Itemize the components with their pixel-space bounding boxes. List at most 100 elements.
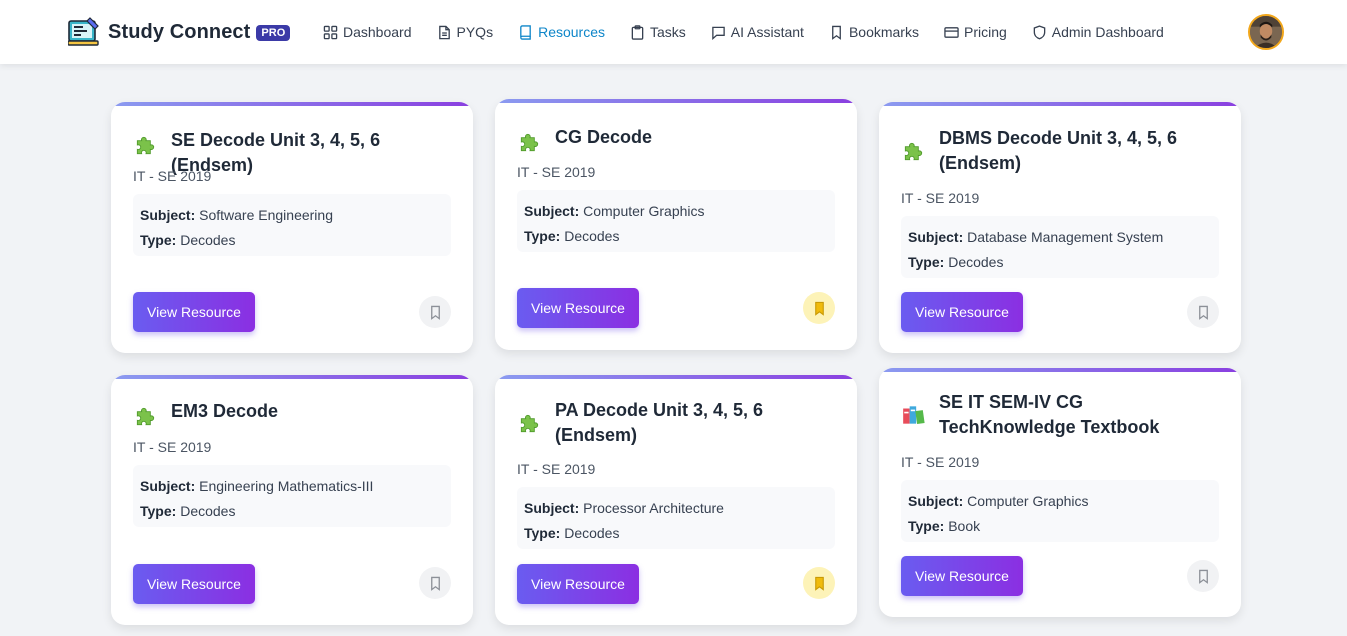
bookmark-outline-icon (430, 305, 440, 320)
subject-row: Subject: Engineering Mathematics-III (140, 474, 444, 499)
view-resource-button[interactable]: View Resource (517, 564, 639, 604)
card-title: EM3 Decode (171, 401, 279, 421)
brand-name: Study Connect (108, 20, 251, 43)
type-value: Decodes (180, 503, 236, 519)
resource-card: SE IT SEM-IV CG TechKnowledge Textbook I… (879, 368, 1241, 617)
nav-admin-dashboard-label: Admin Dashboard (1051, 24, 1164, 40)
nav-dashboard-label: Dashboard (343, 24, 412, 40)
brand-logo-icon (68, 17, 99, 46)
card-title: DBMS Decode Unit 3, 4, 5, 6 (Endsem) (939, 128, 1178, 173)
subject-label: Subject: (140, 478, 196, 494)
card-title: SE IT SEM-IV CG TechKnowledge Textbook (939, 392, 1160, 437)
bookmark-button[interactable] (1187, 560, 1219, 592)
card-title-row: SE IT SEM-IV CG TechKnowledge Textbook (901, 390, 1223, 440)
subject-row: Subject: Processor Architecture (524, 496, 828, 521)
card-info-box: Subject: Computer Graphics Type: Decodes (517, 190, 835, 252)
card-info-box: Subject: Processor Architecture Type: De… (517, 487, 835, 549)
bookmark-button[interactable] (803, 292, 835, 324)
bookmark-outline-icon (1198, 305, 1208, 320)
nav-resources[interactable]: Resources (518, 24, 605, 40)
card-title-row: DBMS Decode Unit 3, 4, 5, 6 (Endsem) (901, 126, 1223, 176)
bookmark-filled-icon (814, 576, 824, 591)
type-row: Type: Decodes (140, 499, 444, 524)
type-label: Type: (524, 228, 561, 244)
nav-dashboard[interactable]: Dashboard (323, 24, 412, 40)
card-title: CG Decode (555, 127, 653, 147)
bookmark-outline-icon (430, 576, 440, 591)
view-resource-button[interactable]: View Resource (133, 564, 255, 604)
bookmark-outline-icon (1198, 569, 1208, 584)
bookmark-button[interactable] (803, 567, 835, 599)
card-title-row: PA Decode Unit 3, 4, 5, 6 (Endsem) (517, 398, 839, 448)
type-label: Type: (140, 232, 177, 248)
puzzle-icon (520, 414, 539, 433)
resource-card: EM3 Decode IT - SE 2019 Subject: Enginee… (111, 375, 473, 625)
nav-pricing[interactable]: Pricing (944, 24, 1007, 40)
bookmark-filled-icon (814, 301, 824, 316)
card-info-box: Subject: Software Engineering Type: Deco… (133, 194, 451, 256)
nav-bookmarks-label: Bookmarks (848, 24, 919, 40)
resource-card: PA Decode Unit 3, 4, 5, 6 (Endsem) IT - … (495, 375, 857, 625)
nav-resources-label: Resources (538, 24, 605, 40)
main-nav: Dashboard PYQs Resources Tasks AI Assist… (323, 20, 1189, 44)
card-meta: IT - SE 2019 (901, 454, 980, 470)
nav-ai-assistant-label: AI Assistant (730, 24, 804, 40)
type-value: Decodes (180, 232, 236, 248)
books-icon (903, 406, 925, 425)
nav-tasks-label: Tasks (650, 24, 686, 40)
subject-value: Computer Graphics (967, 493, 1089, 509)
subject-row: Subject: Computer Graphics (524, 199, 828, 224)
pro-badge: PRO (256, 25, 291, 41)
shield-icon (1033, 24, 1046, 39)
subject-label: Subject: (524, 203, 580, 219)
type-label: Type: (908, 518, 945, 534)
card-meta: IT - SE 2019 (133, 439, 212, 455)
resource-card: SE Decode Unit 3, 4, 5, 6 (Endsem) IT - … (111, 102, 473, 353)
card-meta: IT - SE 2019 (133, 168, 212, 184)
nav-admin-dashboard[interactable]: Admin Dashboard (1032, 24, 1164, 40)
subject-label: Subject: (908, 229, 964, 245)
view-resource-button[interactable]: View Resource (517, 288, 639, 328)
credit-card-icon (944, 26, 959, 38)
card-title-row: EM3 Decode (133, 399, 455, 429)
card-title-row: CG Decode (517, 125, 839, 155)
nav-ai-assistant[interactable]: AI Assistant (711, 24, 804, 40)
subject-label: Subject: (524, 500, 580, 516)
type-row: Type: Decodes (908, 250, 1212, 275)
type-row: Type: Decodes (140, 228, 444, 253)
subject-row: Subject: Software Engineering (140, 203, 444, 228)
card-title: PA Decode Unit 3, 4, 5, 6 (Endsem) (555, 400, 764, 445)
bookmark-button[interactable] (419, 567, 451, 599)
top-navbar: Study Connect PRO Dashboard PYQs Resourc… (0, 0, 1347, 64)
brand[interactable]: Study Connect PRO (68, 15, 291, 49)
type-value: Decodes (564, 525, 620, 541)
type-row: Type: Decodes (524, 521, 828, 546)
puzzle-icon (520, 133, 539, 152)
type-label: Type: (140, 503, 177, 519)
view-resource-button[interactable]: View Resource (901, 556, 1023, 596)
user-avatar[interactable] (1248, 14, 1284, 50)
nav-bookmarks[interactable]: Bookmarks (829, 24, 919, 40)
card-meta: IT - SE 2019 (517, 461, 596, 477)
subject-label: Subject: (908, 493, 964, 509)
card-info-box: Subject: Engineering Mathematics-III Typ… (133, 465, 451, 527)
clipboard-icon (631, 24, 644, 40)
nav-tasks[interactable]: Tasks (630, 24, 686, 40)
view-resource-button[interactable]: View Resource (133, 292, 255, 332)
subject-value: Computer Graphics (583, 203, 705, 219)
bookmark-button[interactable] (419, 296, 451, 328)
type-label: Type: (908, 254, 945, 270)
nav-pyqs[interactable]: PYQs (437, 24, 493, 40)
avatar-image (1250, 16, 1282, 48)
subject-label: Subject: (140, 207, 196, 223)
nav-pricing-label: Pricing (963, 24, 1007, 40)
puzzle-icon (136, 407, 155, 426)
view-resource-button[interactable]: View Resource (901, 292, 1023, 332)
card-meta: IT - SE 2019 (901, 190, 980, 206)
bookmark-button[interactable] (1187, 296, 1219, 328)
subject-value: Engineering Mathematics-III (199, 478, 374, 494)
card-meta: IT - SE 2019 (517, 164, 596, 180)
grid-icon (323, 25, 338, 39)
type-label: Type: (524, 525, 561, 541)
type-row: Type: Book (908, 514, 1212, 539)
